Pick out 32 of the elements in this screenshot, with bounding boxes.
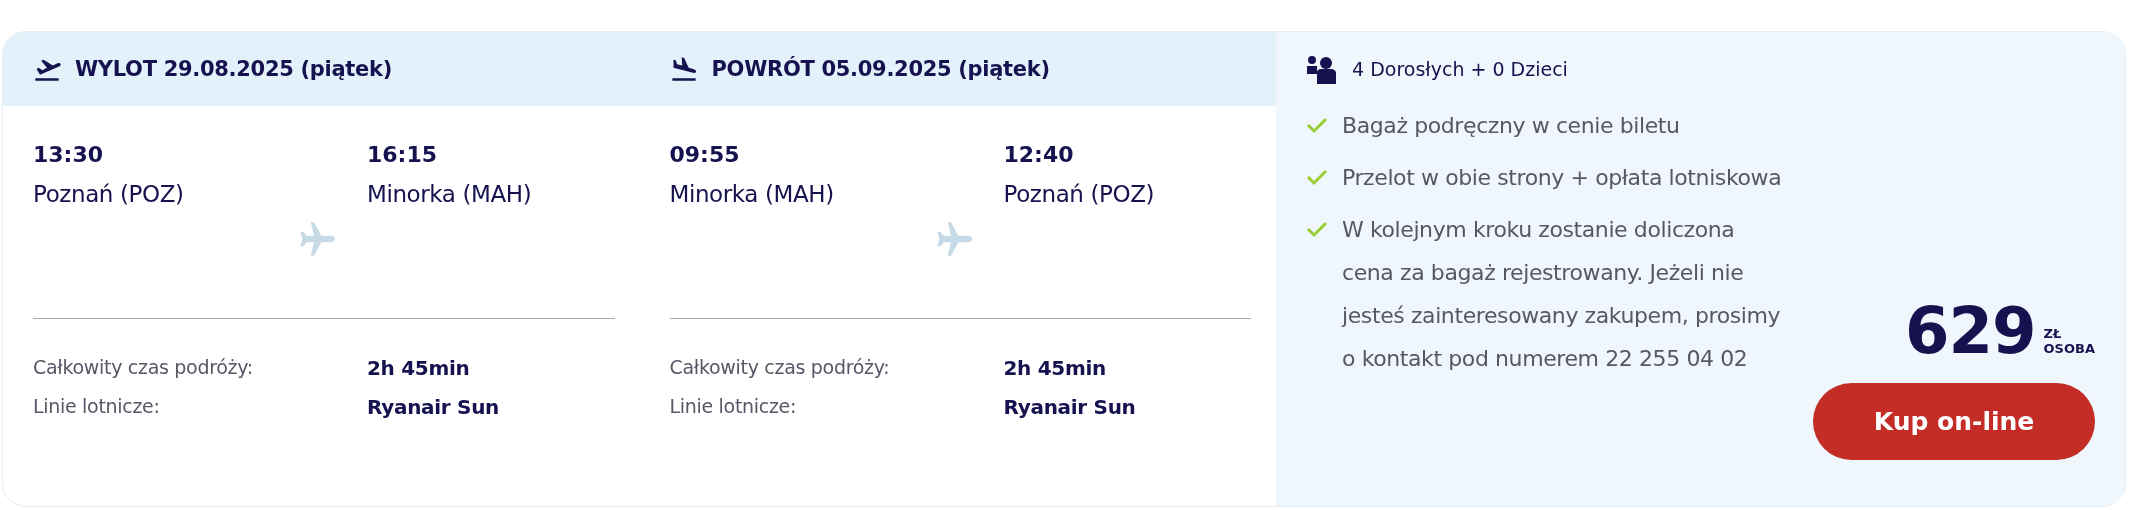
detail-label: Linie lotnicze: bbox=[669, 395, 798, 419]
feature-text: W kolejnym kroku zostanie doliczona cena za bagaż rejestrowany. Jeżeli nie jesteś zainteresowany zakupem, prosimy o kontakt pod numerem 22 255 04 02 bbox=[1342, 216, 1782, 373]
leg-title: WYLOT 29.08.2025 (piątek) bbox=[75, 57, 392, 81]
detail-value: Ryanair Sun bbox=[1003, 395, 1137, 419]
arrival-time: 16:15 bbox=[367, 142, 439, 167]
price-currency: ZŁ bbox=[2043, 325, 2063, 342]
arrival-time: 12:40 bbox=[1003, 142, 1075, 167]
takeoff-icon bbox=[33, 57, 61, 81]
detail-label: Linie lotnicze: bbox=[33, 395, 161, 419]
departure-time: 09:55 bbox=[669, 142, 741, 167]
feature-text: Bagaż podręczny w cenie biletu bbox=[1342, 112, 1681, 140]
leg-title: POWRÓT 05.09.2025 (piątek) bbox=[711, 57, 1050, 81]
detail-label: Całkowity czas podróży: bbox=[33, 356, 254, 380]
detail-label: Całkowity czas podróży: bbox=[669, 356, 891, 380]
price-unit: OSOBA bbox=[2043, 341, 2095, 357]
price-amount: 629 bbox=[1904, 299, 2036, 363]
buy-online-button[interactable]: Kup on-line bbox=[1813, 383, 2095, 460]
detail-value: Ryanair Sun bbox=[367, 395, 501, 419]
detail-value: 2h 45min bbox=[367, 356, 471, 380]
feature-text: Przelot w obie strony + opłata lotniskowa bbox=[1342, 164, 1782, 192]
check-icon bbox=[1306, 168, 1328, 186]
departure-time: 13:30 bbox=[33, 142, 105, 167]
check-icon bbox=[1306, 220, 1328, 238]
arrival-airport: Poznań (POZ) bbox=[1003, 181, 1156, 207]
departure-airport: Minorka (MAH) bbox=[669, 181, 835, 207]
detail-value: 2h 45min bbox=[1003, 356, 1107, 380]
landing-icon bbox=[669, 57, 698, 81]
people-icon bbox=[1306, 54, 1338, 84]
passenger-count: 4 Dorosłych + 0 Dzieci bbox=[1352, 58, 1568, 80]
check-icon bbox=[1306, 116, 1328, 134]
departure-airport: Poznań (POZ) bbox=[33, 181, 185, 207]
arrival-airport: Minorka (MAH) bbox=[367, 181, 533, 207]
